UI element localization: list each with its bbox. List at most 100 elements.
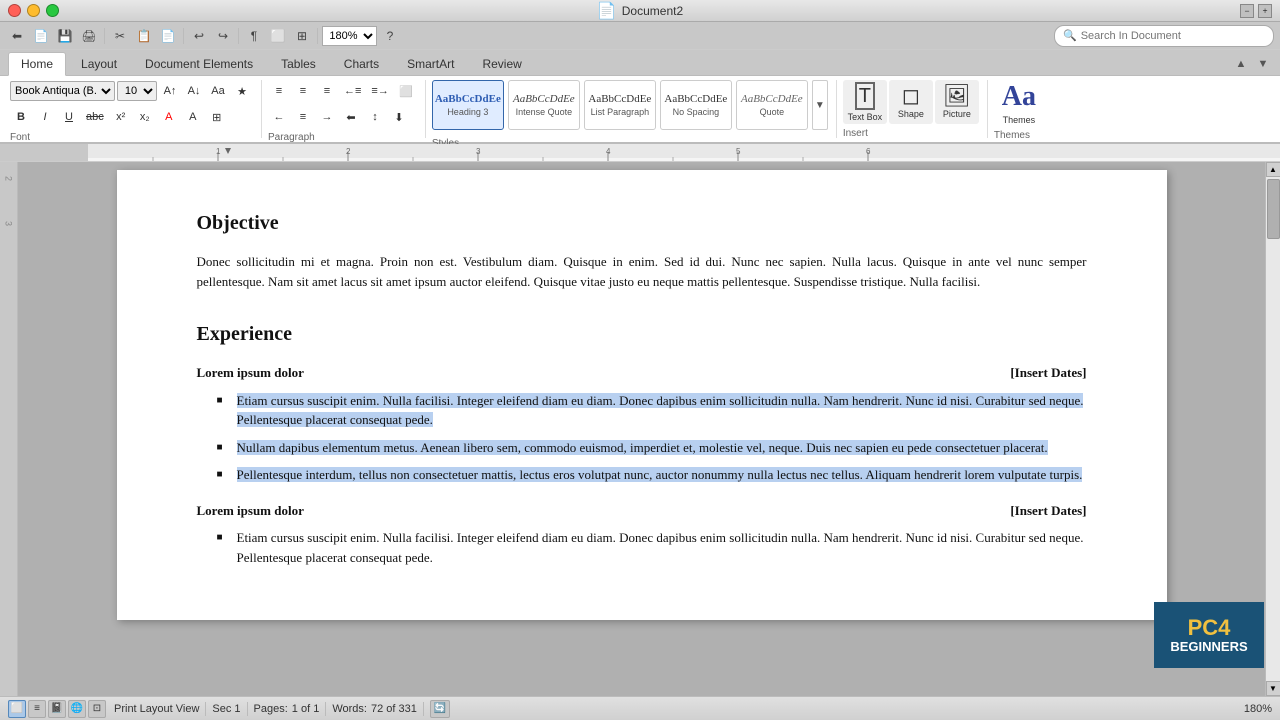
paste-button[interactable]: 📄 — [157, 25, 179, 47]
focus-view-button[interactable]: ⊡ — [88, 700, 106, 718]
font-family-selector[interactable]: Book Antiqua (B... — [10, 81, 115, 101]
style-quote[interactable]: AaBbCcDdEe Quote — [736, 80, 808, 130]
new-doc-button[interactable]: 📄 — [30, 25, 52, 47]
scroll-track[interactable] — [1266, 177, 1280, 681]
indent-para-button[interactable]: ≡→ — [367, 80, 392, 102]
svg-text:2: 2 — [346, 147, 351, 156]
ribbon-collapse-button[interactable]: ▲ — [1232, 55, 1250, 73]
strikethrough-button[interactable]: abc — [82, 106, 108, 128]
status-divider-3 — [325, 702, 326, 716]
font-row2: B I U abc x² x₂ A A ⊞ — [10, 106, 228, 128]
zoom-selector[interactable]: 180% 100% 150% — [322, 26, 377, 46]
help-button[interactable]: ? — [379, 25, 401, 47]
bold-button[interactable]: B — [10, 106, 32, 128]
italic-button[interactable]: I — [34, 106, 56, 128]
table-grid-button[interactable]: ⬜ — [395, 80, 417, 102]
job1-dates: [Insert Dates] — [1010, 363, 1086, 383]
font-color-button[interactable]: A — [158, 106, 180, 128]
tab-home[interactable]: Home — [8, 52, 66, 76]
picture-button[interactable]: 🖼 Picture — [935, 80, 979, 124]
align-left-button[interactable]: ← — [268, 106, 290, 128]
tab-smartart[interactable]: SmartArt — [394, 52, 467, 75]
document-icon: 📄 — [597, 1, 617, 21]
superscript-button[interactable]: x² — [110, 106, 132, 128]
ribbon-expand-button[interactable]: ▼ — [1254, 55, 1272, 73]
highlight-button[interactable]: A — [182, 106, 204, 128]
scroll-thumb[interactable] — [1267, 179, 1280, 239]
styles-next-button[interactable]: ▼ — [812, 80, 828, 130]
print-layout-view-button[interactable]: ⬜ — [8, 700, 26, 718]
tab-review[interactable]: Review — [469, 52, 534, 75]
themes-group: Aa Themes Themes — [990, 80, 1052, 138]
shading-button[interactable]: ⬇ — [388, 106, 410, 128]
align-right-button[interactable]: → — [316, 106, 338, 128]
search-box[interactable]: 🔍 — [1054, 25, 1274, 47]
style-list-paragraph[interactable]: AaBbCcDdEe List Paragraph — [584, 80, 656, 130]
font-size-selector[interactable]: 10 11 12 14 — [117, 81, 157, 101]
close-button[interactable] — [8, 4, 21, 17]
search-input[interactable] — [1081, 30, 1261, 42]
bullets-button[interactable]: ≡ — [268, 80, 290, 102]
cut-button[interactable]: ✂ — [109, 25, 131, 47]
style-list-paragraph-preview: AaBbCcDdEe — [588, 93, 651, 105]
save-button[interactable]: 💾 — [54, 25, 76, 47]
document-area[interactable]: Objective Donec sollicitudin mi et magna… — [18, 162, 1265, 696]
tab-charts[interactable]: Charts — [331, 52, 392, 75]
list-styles-button[interactable]: ≡ — [316, 80, 338, 102]
font-shrink-button[interactable]: A↓ — [183, 80, 205, 102]
textbox-icon: T — [855, 82, 875, 110]
window-controls[interactable] — [8, 4, 59, 17]
numbering-button[interactable]: ≡ — [292, 80, 314, 102]
back-button[interactable]: ⬅ — [6, 25, 28, 47]
style-no-spacing[interactable]: AaBbCcDdEe No Spacing — [660, 80, 732, 130]
justify-button[interactable]: ⬅ — [340, 106, 362, 128]
subscript-button[interactable]: x₂ — [134, 106, 156, 128]
track-changes-button[interactable]: 🔄 — [430, 700, 450, 718]
scroll-up-button[interactable]: ▲ — [1266, 162, 1280, 177]
textbox-button[interactable]: T Text Box — [843, 80, 887, 124]
outline-view-button[interactable]: ≡ — [28, 700, 46, 718]
words-label: Words: — [332, 703, 367, 715]
view-buttons: ⬜ ≡ 📓 🌐 ⊡ — [8, 700, 106, 718]
tab-tables[interactable]: Tables — [268, 52, 329, 75]
outdent-button[interactable]: ←≡ — [340, 80, 365, 102]
style-intense-quote[interactable]: AaBbCcDdEe Intense Quote — [508, 80, 580, 130]
style-heading3-label: Heading 3 — [447, 107, 488, 117]
ruler-left-margin — [0, 144, 88, 161]
vertical-scrollbar[interactable]: ▲ ▼ — [1265, 162, 1280, 696]
shape-button[interactable]: ◻ Shape — [889, 80, 933, 124]
win-expand-button[interactable]: + — [1258, 4, 1272, 18]
tab-layout[interactable]: Layout — [68, 52, 130, 75]
ruler-content[interactable]: 1 2 3 4 5 6 — [88, 144, 1280, 161]
scroll-down-button[interactable]: ▼ — [1266, 681, 1280, 696]
shape-label: Shape — [898, 109, 924, 119]
style-heading3[interactable]: AaBbCcDdEe Heading 3 — [432, 80, 504, 130]
underline-button[interactable]: U — [58, 106, 80, 128]
notebook-view-button[interactable]: 📓 — [48, 700, 66, 718]
win-collapse-button[interactable]: − — [1240, 4, 1254, 18]
job2-title: Lorem ipsum dolor — [197, 501, 304, 521]
toolbar-separator-4 — [317, 28, 318, 44]
align-center-button[interactable]: ≡ — [292, 106, 314, 128]
format-button[interactable]: ¶ — [243, 25, 265, 47]
themes-button[interactable]: Aa Themes — [994, 80, 1044, 126]
line-spacing-button[interactable]: ↕ — [364, 106, 386, 128]
undo-button[interactable]: ↩ — [188, 25, 210, 47]
styles-carousel: AaBbCcDdEe Heading 3 AaBbCcDdEe Intense … — [432, 80, 828, 130]
list-button[interactable]: ⊞ — [291, 25, 313, 47]
web-view-button[interactable]: 🌐 — [68, 700, 86, 718]
clear-format-button[interactable]: ★ — [231, 80, 253, 102]
tab-document-elements[interactable]: Document Elements — [132, 52, 266, 75]
change-case-button[interactable]: Aa — [207, 80, 229, 102]
redo-button[interactable]: ↪ — [212, 25, 234, 47]
font-grow-button[interactable]: A↑ — [159, 80, 181, 102]
minimize-button[interactable] — [27, 4, 40, 17]
page-count: 1 of 1 — [292, 703, 320, 715]
indent-button[interactable]: ⬜ — [267, 25, 289, 47]
print-button[interactable]: 🖨 — [78, 25, 100, 47]
ruler: 1 2 3 4 5 6 — [0, 144, 1280, 162]
text-effects-button[interactable]: ⊞ — [206, 106, 228, 128]
status-right: 180% — [1244, 703, 1272, 715]
copy-button[interactable]: 📋 — [133, 25, 155, 47]
maximize-button[interactable] — [46, 4, 59, 17]
